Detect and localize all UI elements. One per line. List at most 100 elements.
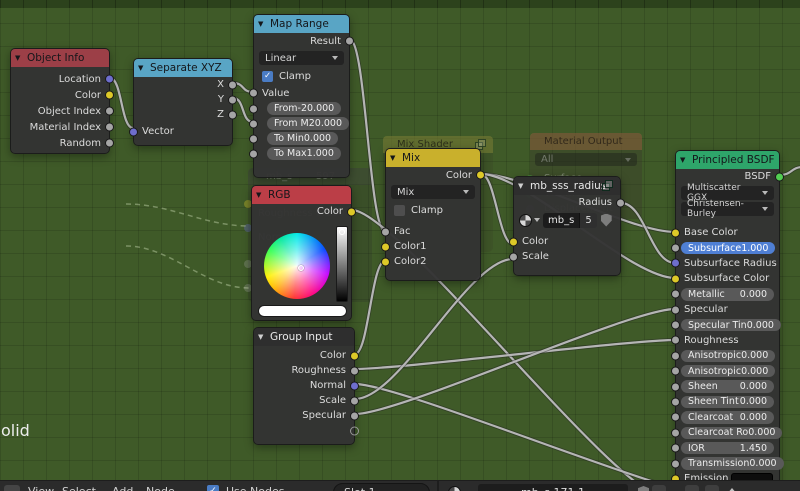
node-group-input[interactable]: ▼ Group Input Color Roughness Normal Sca…: [253, 327, 359, 445]
socket-gi-normal[interactable]: [350, 381, 359, 390]
socket-color[interactable]: [347, 207, 356, 216]
socket-gi-color[interactable]: [350, 351, 359, 360]
socket-sheen[interactable]: [671, 382, 680, 392]
socket-clearcoat[interactable]: [671, 412, 680, 422]
node-rgb[interactable]: ▼ RGB Color: [251, 185, 356, 321]
blend-mode-dropdown[interactable]: Mix: [391, 185, 475, 199]
subsurface-slider[interactable]: Subsurface 1.000: [681, 241, 776, 255]
socket-material-index[interactable]: [105, 122, 114, 132]
socket-subsurface[interactable]: [671, 243, 680, 253]
anisotropic-slider[interactable]: Anisotropic 0.000: [681, 349, 776, 363]
collapse-triangle-icon[interactable]: ▼: [258, 328, 263, 346]
fake-user-shield-icon[interactable]: [638, 486, 649, 491]
socket-y[interactable]: [228, 95, 237, 104]
socket-clearcoat-roughness[interactable]: [671, 428, 680, 438]
metallic-slider[interactable]: Metallic 0.000: [681, 288, 774, 301]
unlink-icon[interactable]: [652, 485, 666, 491]
menu-select[interactable]: Select: [62, 485, 96, 491]
color-wheel[interactable]: [264, 233, 330, 299]
specular-tint-slider[interactable]: Specular Tin 0.000: [681, 318, 781, 332]
socket-anisotropic[interactable]: [671, 351, 680, 361]
socket-subsurface-color[interactable]: [671, 274, 680, 284]
socket-bsdf[interactable]: [775, 172, 784, 181]
socket-fac[interactable]: [381, 227, 390, 236]
home-icon[interactable]: [685, 485, 699, 491]
group-input-header[interactable]: ▼ Group Input: [254, 328, 354, 346]
separate-xyz-header[interactable]: ▼ Separate XYZ: [134, 59, 232, 77]
value-slider[interactable]: [336, 226, 348, 302]
node-map-range[interactable]: ▼ Map Range Result Linear ✓ Clamp Value F…: [249, 14, 354, 178]
socket-from-max[interactable]: [249, 119, 258, 128]
socket-gi-roughness[interactable]: [350, 366, 359, 375]
node-principled-bsdf[interactable]: ▼ Principled BSDF BSDF Multiscatter GGX …: [671, 150, 784, 491]
socket-value[interactable]: [249, 88, 258, 98]
collapse-triangle-icon[interactable]: ▼: [256, 186, 261, 204]
color-swatch[interactable]: [258, 305, 347, 317]
socket-x[interactable]: [228, 80, 237, 89]
rgb-header[interactable]: ▼ RGB: [252, 186, 351, 204]
mb-sss-radius-header[interactable]: ▼ mb_sss_radius: [514, 177, 620, 195]
clearcoat-slider[interactable]: Clearcoat 0.000: [681, 411, 774, 424]
socket-scale-in[interactable]: [509, 252, 518, 261]
socket-from-min[interactable]: [249, 104, 258, 113]
to-min-field[interactable]: To Min 0.000: [267, 132, 339, 145]
editor-type-icon[interactable]: [4, 485, 20, 491]
value-slider-knob[interactable]: [339, 229, 345, 235]
socket-location[interactable]: [105, 74, 114, 84]
collapse-triangle-icon[interactable]: ▼: [15, 49, 20, 67]
clearcoat-roughness-slider[interactable]: Clearcoat Ro 0.000: [681, 426, 783, 440]
sheen-slider[interactable]: Sheen 0.000: [681, 380, 774, 393]
socket-gi-specular[interactable]: [350, 411, 359, 420]
socket-vector[interactable]: [129, 127, 138, 136]
ior-slider[interactable]: IOR 1.450: [681, 441, 774, 455]
use-nodes-checkbox[interactable]: ✓: [207, 485, 219, 491]
slot-selector[interactable]: Slot 1: [333, 483, 430, 491]
socket-color[interactable]: [105, 90, 114, 100]
socket-random[interactable]: [105, 138, 114, 148]
socket-gi-scale[interactable]: [350, 396, 359, 405]
socket-to-max[interactable]: [249, 149, 258, 158]
socket-z[interactable]: [228, 110, 237, 119]
socket-object-index[interactable]: [105, 106, 114, 116]
clamp-checkbox[interactable]: [394, 204, 405, 216]
node-object-info[interactable]: ▼ Object Info Location Color Object Inde…: [10, 48, 114, 154]
socket-color1[interactable]: [381, 242, 390, 251]
socket-result[interactable]: [345, 36, 354, 46]
socket-transmission[interactable]: [671, 459, 680, 469]
new-datablock-icon[interactable]: [705, 485, 719, 491]
map-range-header[interactable]: ▼ Map Range: [254, 15, 349, 33]
sheen-tint-slider[interactable]: Sheen Tint 0.000: [681, 395, 774, 409]
node-editor-canvas[interactable]: mb_s 597 Roughness 0.100 Normal Mix Shad…: [0, 0, 800, 491]
collapse-triangle-icon[interactable]: ▼: [258, 15, 263, 33]
socket-to-min[interactable]: [249, 134, 258, 143]
socket-anisotropic-rotation[interactable]: [671, 366, 680, 376]
collapse-triangle-icon[interactable]: ▼: [390, 149, 395, 167]
distribution-dropdown[interactable]: Multiscatter GGX: [681, 183, 774, 203]
socket-roughness[interactable]: [671, 335, 680, 345]
clamp-checkbox[interactable]: ✓: [262, 70, 273, 82]
object-info-header[interactable]: ▼ Object Info: [11, 49, 109, 67]
node-mb-sss-radius[interactable]: ▼ mb_sss_radius Radius mb_s 5 Color Scal…: [509, 176, 625, 276]
socket-metallic[interactable]: [671, 289, 680, 299]
socket-specular[interactable]: [671, 305, 680, 315]
socket-base-color[interactable]: [671, 228, 680, 238]
interpolation-dropdown[interactable]: Linear: [259, 51, 344, 65]
material-sphere-icon[interactable]: [448, 486, 461, 491]
collapse-triangle-icon[interactable]: ▼: [138, 59, 143, 77]
menu-view[interactable]: View: [28, 485, 54, 491]
socket-specular-tint[interactable]: [671, 320, 680, 330]
node-group-selector[interactable]: mb_s 5: [519, 212, 615, 228]
to-max-field[interactable]: To Max 1.000: [267, 147, 341, 160]
fake-user-shield-icon[interactable]: [600, 213, 612, 227]
socket-sheen-tint[interactable]: [671, 397, 680, 407]
socket-ior[interactable]: [671, 443, 680, 453]
socket-color2[interactable]: [381, 257, 390, 266]
socket-subsurface-radius[interactable]: [671, 258, 680, 268]
menu-add[interactable]: Add: [112, 485, 133, 491]
socket-color-in[interactable]: [509, 237, 518, 246]
users-count[interactable]: 5: [579, 212, 597, 228]
transmission-slider[interactable]: Transmission 0.000: [681, 457, 784, 470]
from-max-field[interactable]: From M 20.000: [267, 117, 350, 130]
material-name-field[interactable]: mb_s 171.1: [478, 484, 628, 491]
mix-header[interactable]: ▼ Mix: [386, 149, 480, 167]
